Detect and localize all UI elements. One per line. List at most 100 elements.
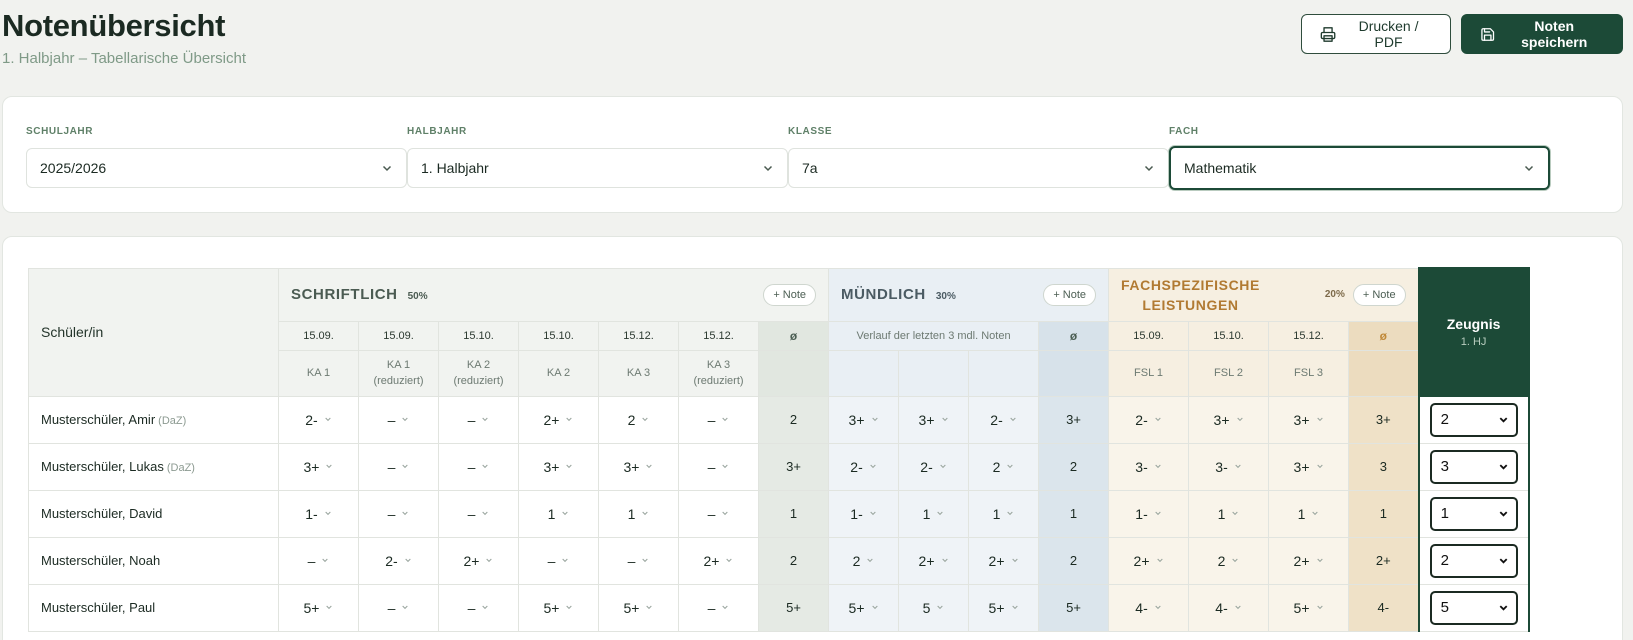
grade-cell[interactable]: 5+ — [278, 583, 359, 632]
grade-cell[interactable]: 3+ — [518, 442, 599, 491]
grade-cell[interactable]: 2- — [358, 536, 439, 585]
average-value: 1 — [789, 506, 798, 521]
grade-cell[interactable]: 3+ — [598, 442, 679, 491]
grade-cell[interactable]: 2+ — [1268, 536, 1350, 585]
klasse-select[interactable]: 7a — [788, 148, 1169, 188]
grade-cell[interactable]: 1- — [828, 489, 900, 538]
grade-cell[interactable]: 2- — [278, 395, 359, 444]
chevron-down-icon — [1498, 555, 1509, 566]
zeugnis-grade-select[interactable]: 5 — [1429, 590, 1518, 625]
chevron-down-icon — [1498, 508, 1509, 519]
type-label: KA 2 — [466, 359, 491, 371]
grade-cell[interactable]: 1- — [1108, 489, 1190, 538]
chevron-down-icon — [561, 556, 569, 566]
grade-cell[interactable]: – — [438, 489, 519, 538]
grade-cell[interactable]: 3+ — [1188, 395, 1270, 444]
grade-cell[interactable]: 1 — [1268, 489, 1350, 538]
grade-cell[interactable]: – — [358, 442, 439, 491]
grade-cell[interactable]: 1- — [278, 489, 359, 538]
chevron-down-icon — [382, 165, 392, 172]
grade-cell[interactable]: 3+ — [1268, 442, 1350, 491]
grade-cell[interactable]: 5+ — [518, 583, 599, 632]
zeugnis-grade-select[interactable]: 3 — [1429, 449, 1518, 484]
grade-value: 2+ — [543, 411, 560, 428]
grade-value: 3+ — [848, 411, 865, 428]
grade-cell[interactable]: – — [518, 536, 599, 585]
grade-cell[interactable]: 3+ — [828, 395, 900, 444]
grade-cell[interactable]: 1 — [968, 489, 1040, 538]
grade-cell[interactable]: 5 — [898, 583, 970, 632]
average-value: 1 — [1069, 506, 1078, 521]
grade-cell[interactable]: 4- — [1108, 583, 1190, 632]
add-muendlich-note-button[interactable]: + Note — [1043, 283, 1097, 306]
zeugnis-grade-select[interactable]: 2 — [1429, 543, 1518, 578]
add-fachspezifisch-note-button[interactable]: + Note — [1352, 283, 1406, 306]
grade-cell[interactable]: 3+ — [1268, 395, 1350, 444]
grade-cell[interactable]: 2- — [898, 442, 970, 491]
grade-cell[interactable]: 1 — [598, 489, 679, 538]
grade-cell[interactable]: – — [678, 395, 759, 444]
grade-cell[interactable]: 2+ — [678, 536, 759, 585]
halbjahr-select[interactable]: 1. Halbjahr — [407, 148, 788, 188]
fach-select[interactable]: Mathematik — [1169, 146, 1550, 190]
grade-cell[interactable]: – — [678, 442, 759, 491]
chevron-down-icon — [1154, 603, 1162, 613]
add-schriftlich-note-button[interactable]: + Note — [763, 283, 817, 306]
floppy-disk-icon — [1481, 27, 1495, 41]
grade-cell[interactable]: – — [678, 489, 759, 538]
add-note-label: Note — [782, 288, 807, 301]
grade-cell[interactable]: 1 — [1188, 489, 1270, 538]
grade-cell[interactable]: – — [598, 536, 679, 585]
student-name-cell: Musterschüler, Lukas (DaZ) — [28, 442, 279, 491]
grade-cell[interactable]: – — [278, 536, 359, 585]
grade-value: 3+ — [1293, 458, 1310, 475]
grade-cell[interactable]: 2- — [828, 442, 900, 491]
grade-cell[interactable]: 5+ — [598, 583, 679, 632]
grade-cell[interactable]: 5+ — [968, 583, 1040, 632]
grade-cell[interactable]: 2- — [968, 395, 1040, 444]
grade-cell[interactable]: – — [438, 395, 519, 444]
grade-cell[interactable]: – — [678, 583, 759, 632]
grade-cell[interactable]: 5+ — [1268, 583, 1350, 632]
grade-cell[interactable]: – — [358, 395, 439, 444]
zeugnis-cell: 2 — [1417, 395, 1530, 444]
chevron-down-icon — [721, 509, 729, 519]
save-grades-button[interactable]: Noten speichern — [1461, 14, 1623, 54]
grade-cell[interactable]: – — [438, 583, 519, 632]
grade-cell[interactable]: 3+ — [278, 442, 359, 491]
grade-cell[interactable]: 3+ — [898, 395, 970, 444]
grade-value: – — [307, 552, 316, 569]
grade-cell[interactable]: 2 — [968, 442, 1040, 491]
date-cell: 15.09. — [1108, 320, 1190, 351]
grade-cell[interactable]: 2+ — [898, 536, 970, 585]
grade-cell[interactable]: 1 — [518, 489, 599, 538]
grade-cell[interactable]: 2 — [1188, 536, 1270, 585]
grade-value: 2- — [1135, 411, 1148, 428]
grade-cell[interactable]: 2+ — [968, 536, 1040, 585]
grade-cell[interactable]: 5+ — [828, 583, 900, 632]
grade-cell[interactable]: 4- — [1188, 583, 1270, 632]
schuljahr-select[interactable]: 2025/2026 — [26, 148, 407, 188]
grade-cell[interactable]: 3- — [1188, 442, 1270, 491]
grade-cell[interactable]: 2 — [828, 536, 900, 585]
grade-cell[interactable]: – — [438, 442, 519, 491]
grade-value: – — [467, 505, 476, 522]
type-cell: KA 1 (reduziert) — [358, 349, 439, 397]
chevron-down-icon — [1011, 603, 1019, 613]
grade-cell[interactable]: 2- — [1108, 395, 1190, 444]
zeugnis-grade-select[interactable]: 1 — [1429, 496, 1518, 531]
date-cell: 15.10. — [438, 320, 519, 351]
grade-cell[interactable]: 2+ — [438, 536, 519, 585]
grade-cell[interactable]: 1 — [898, 489, 970, 538]
grade-cell[interactable]: 2+ — [1108, 536, 1190, 585]
student-name-cell: Musterschüler, Amir (DaZ) — [28, 395, 279, 444]
zeugnis-grade-select[interactable]: 2 — [1429, 402, 1518, 437]
grade-cell[interactable]: – — [358, 489, 439, 538]
grade-cell[interactable]: 2+ — [518, 395, 599, 444]
grade-cell[interactable]: 3- — [1108, 442, 1190, 491]
grade-cell[interactable]: 2 — [598, 395, 679, 444]
print-pdf-button[interactable]: Drucken / PDF — [1301, 14, 1451, 54]
student-row: Musterschüler, David 1- – – 1 1 – 1 1- 1 1 1 1- 1 1 1 1 — [28, 489, 1530, 538]
chevron-down-icon — [404, 556, 412, 566]
grade-cell[interactable]: – — [358, 583, 439, 632]
